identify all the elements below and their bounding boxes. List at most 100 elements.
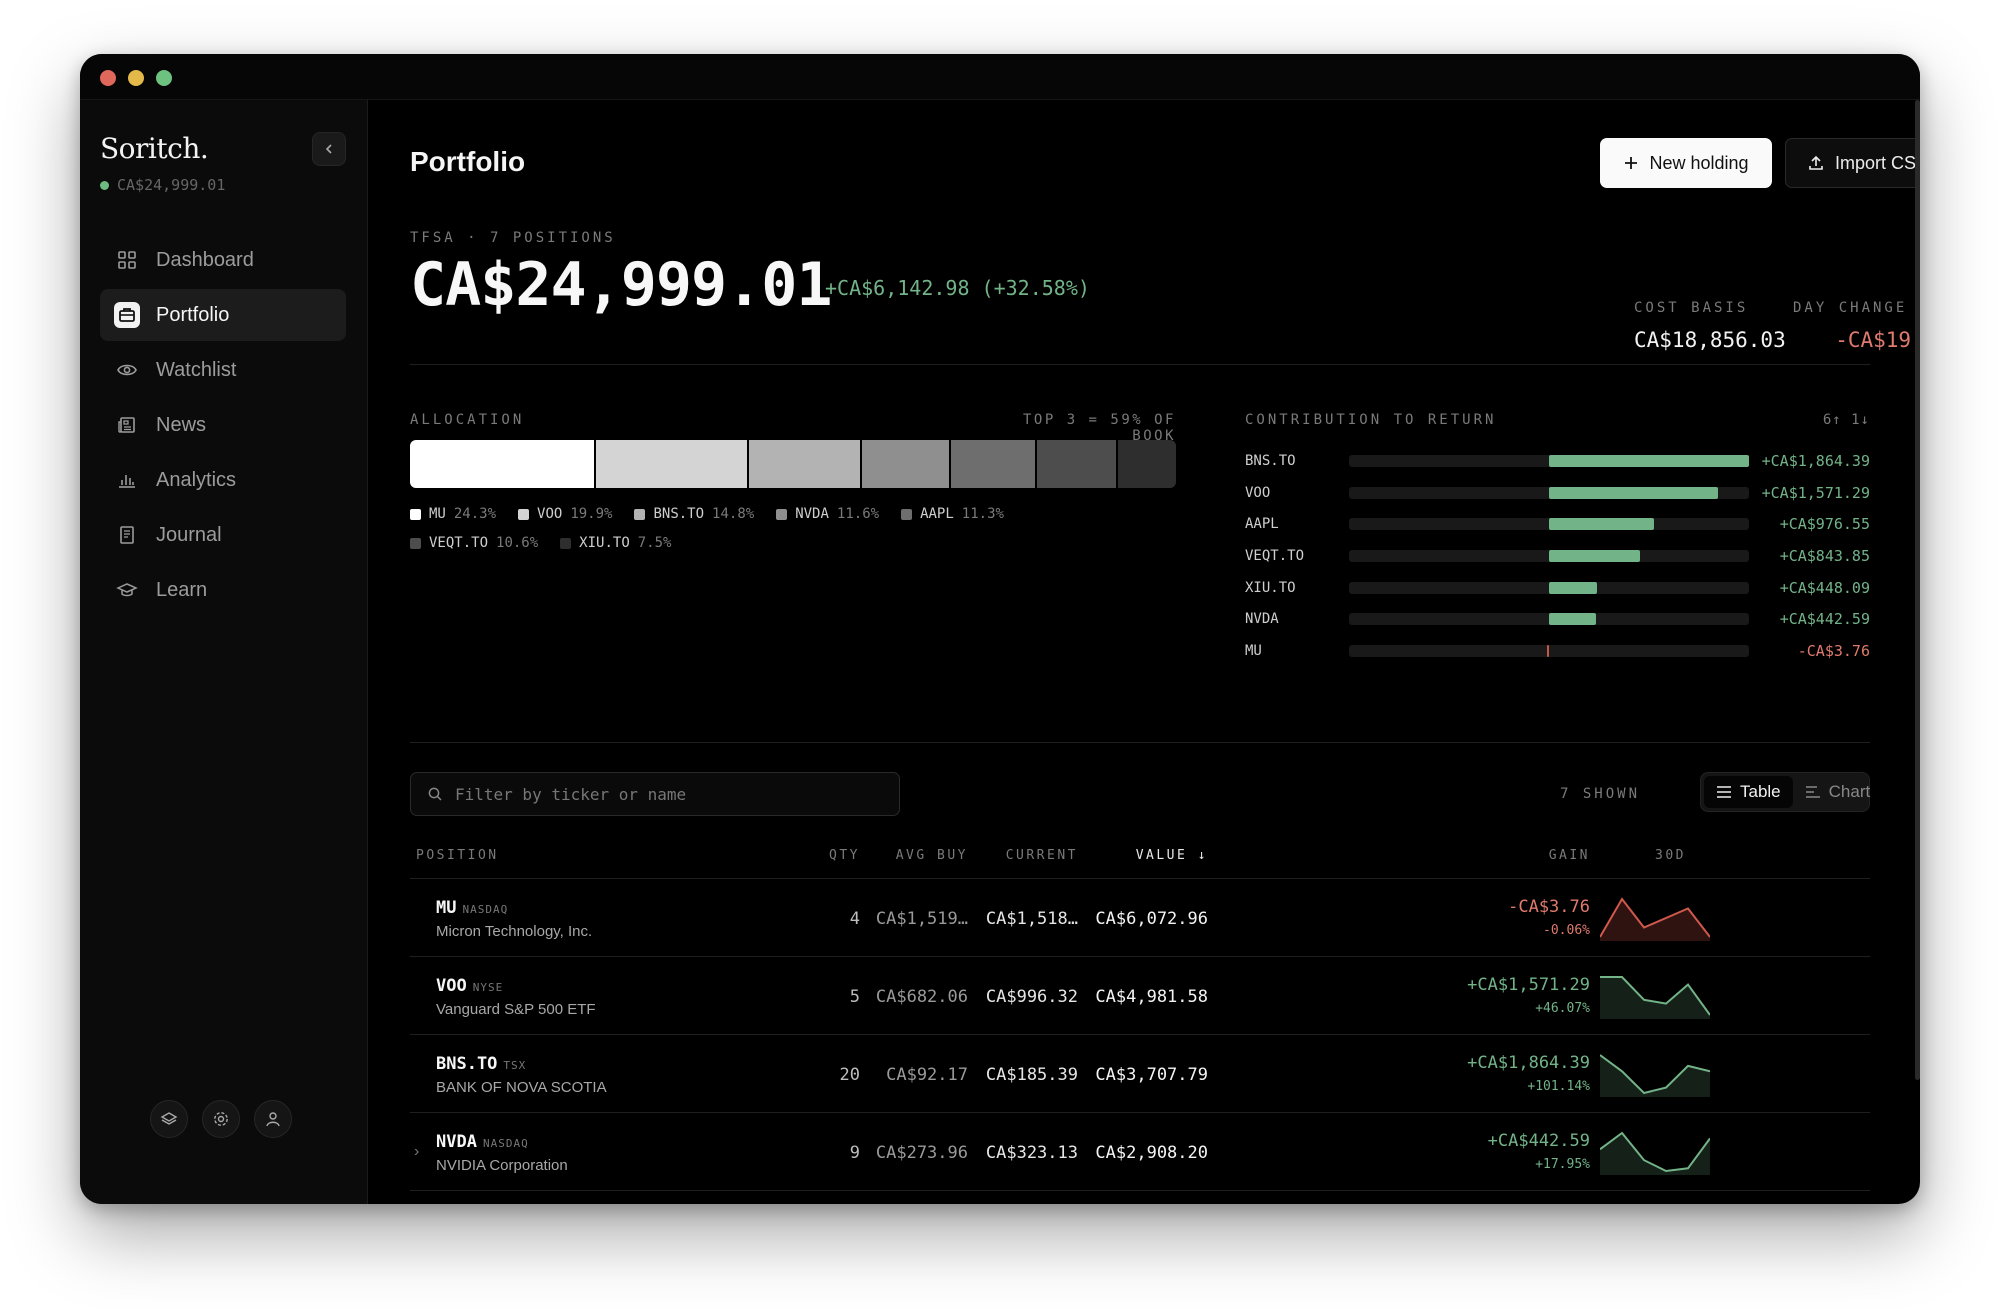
allocation-segment[interactable] — [748, 440, 862, 488]
sidebar-item-dashboard[interactable]: Dashboard — [100, 234, 346, 286]
gain-cell: +CA$442.59 — [1487, 1131, 1590, 1151]
table-row[interactable]: AAPLNASDAQApple Inc.6CA$306.86CA$469.61C… — [410, 1190, 1870, 1204]
day-change-stat: DAY CHANGE -CA$19.49 — [1793, 300, 1920, 352]
contribution-track — [1349, 486, 1749, 499]
legend-percent: 7.5% — [637, 535, 672, 551]
allocation-segment[interactable] — [1037, 440, 1119, 488]
settings-button[interactable] — [202, 1100, 240, 1138]
gain-cell: +CA$1,571.29 — [1467, 975, 1590, 995]
contribution-value: +CA$448.09 — [1779, 578, 1870, 597]
view-table-button[interactable]: Table — [1704, 776, 1793, 808]
sidebar-item-watchlist[interactable]: Watchlist — [100, 344, 346, 396]
contribution-row: NVDA +CA$442.59 — [1245, 603, 1870, 635]
contribution-row: AAPL +CA$976.55 — [1245, 508, 1870, 540]
sidebar-item-label: Portfolio — [156, 303, 230, 326]
legend-swatch — [560, 537, 572, 549]
total-value: CA$24,999.01 — [410, 250, 832, 320]
contribution-value: +CA$442.59 — [1779, 610, 1870, 629]
sidebar-footer — [150, 1100, 292, 1138]
legend-percent: 19.9% — [570, 506, 613, 522]
sparkline-area — [1600, 1133, 1710, 1175]
position-name: NVIDIA Corporation — [436, 1157, 568, 1174]
position-name: Micron Technology, Inc. — [436, 923, 593, 940]
sidebar-item-analytics[interactable]: Analytics — [100, 454, 346, 506]
gain-percent-cell: +101.14% — [1527, 1079, 1590, 1094]
allocation-segment[interactable] — [1118, 440, 1176, 488]
upload-icon — [1809, 155, 1823, 170]
close-window-button[interactable] — [100, 70, 116, 86]
avg-buy-cell: CA$92.17 — [886, 1065, 968, 1085]
col-qty[interactable]: QTY — [829, 848, 860, 863]
avg-buy-cell: CA$273.96 — [875, 1143, 968, 1163]
contribution-track — [1349, 581, 1749, 594]
allocation-segment[interactable] — [950, 440, 1038, 488]
sidebar-item-news[interactable]: News — [100, 399, 346, 451]
expand-chevron-icon[interactable]: › — [414, 1143, 419, 1161]
scrollbar[interactable] — [1915, 100, 1920, 1080]
contribution-value: +CA$1,571.29 — [1761, 483, 1870, 502]
table-row[interactable]: BNS.TO TSX BANK OF NOVA SCOTIA 20 CA$92.17 CA… — [410, 1034, 1870, 1112]
search-icon — [428, 787, 442, 801]
filter-input[interactable] — [455, 784, 895, 804]
legend-percent: 24.3% — [453, 506, 497, 522]
contribution-track — [1349, 644, 1749, 657]
col-position[interactable]: POSITION — [416, 848, 499, 863]
collapse-sidebar-button[interactable] — [312, 132, 346, 166]
table-header: POSITION QTY AVG BUY CURRENT VALUE ↓ GAI… — [410, 848, 1870, 878]
ticker-text: NVDA — [436, 1132, 477, 1152]
view-chart-button[interactable]: Chart — [1793, 776, 1883, 808]
current-cell: CA$323.13 — [985, 1143, 1078, 1163]
sidebar-item-portfolio[interactable]: Portfolio — [100, 289, 346, 341]
profile-button[interactable] — [254, 1100, 292, 1138]
title-bar — [80, 54, 1920, 100]
position-name: Vanguard S&P 500 ETF — [436, 1001, 596, 1018]
legend-ticker: NVDA — [795, 506, 829, 522]
minimize-window-button[interactable] — [128, 70, 144, 86]
sparkline-30d — [1600, 1131, 1710, 1175]
col-value-sorted[interactable]: VALUE ↓ — [1136, 848, 1208, 863]
position-ticker: BNS.TO TSX — [436, 1054, 526, 1074]
contribution-ticker: VEQT.TO — [1245, 547, 1305, 564]
contribution-ticker: VOO — [1245, 484, 1271, 501]
legend-percent: 14.8% — [712, 506, 755, 522]
position-ticker: NVDA NASDAQ — [436, 1132, 529, 1152]
contribution-row: VEQT.TO +CA$843.85 — [1245, 540, 1870, 572]
contribution-row: XIU.TO +CA$448.09 — [1245, 572, 1870, 604]
contribution-ticker: XIU.TO — [1245, 579, 1296, 596]
exchange-badge: NASDAQ — [462, 903, 509, 916]
main-content: Portfolio New holding Import CSV TFSA · … — [410, 100, 1920, 1204]
layers-button[interactable] — [150, 1100, 188, 1138]
legend-ticker: AAPL — [920, 506, 954, 522]
allocation-segment[interactable] — [596, 440, 749, 488]
col-gain[interactable]: GAIN — [1549, 848, 1590, 863]
contribution-track — [1349, 518, 1749, 531]
legend-swatch — [776, 508, 788, 520]
legend-item: MU 24.3% — [410, 506, 496, 522]
col-avg-buy[interactable]: AVG BUY — [896, 848, 968, 863]
legend-ticker: VEQT.TO — [429, 535, 489, 551]
contribution-counts: 6↑ 1↓ — [1822, 412, 1870, 428]
page-title: Portfolio — [410, 146, 526, 177]
allocation-bar — [410, 440, 1176, 488]
import-csv-label: Import CSV — [1834, 152, 1920, 173]
allocation-segment[interactable] — [861, 440, 951, 488]
chart-lines-icon — [1805, 786, 1820, 798]
day-change-label: DAY CHANGE — [1793, 300, 1908, 316]
view-table-label: Table — [1740, 782, 1781, 801]
col-current[interactable]: CURRENT — [1006, 848, 1078, 863]
sidebar-item-journal[interactable]: Journal — [100, 509, 346, 561]
new-holding-button[interactable]: New holding — [1600, 138, 1772, 188]
table-row[interactable]: MU NASDAQ Micron Technology, Inc. 4 CA$1,519… — [410, 878, 1870, 956]
table-row[interactable]: VOO NYSE Vanguard S&P 500 ETF 5 CA$682.06 CA$… — [410, 956, 1870, 1034]
qty-cell: 20 — [839, 1065, 860, 1085]
table-row[interactable]: › NVDA NASDAQ NVIDIA Corporation 9 CA$273.96 C… — [410, 1112, 1870, 1190]
contribution-ticker: AAPL — [1245, 516, 1279, 533]
sidebar-item-learn[interactable]: Learn — [100, 564, 346, 616]
allocation-segment[interactable] — [410, 440, 597, 488]
filter-input-wrapper[interactable] — [410, 772, 900, 816]
chevron-left-icon — [325, 144, 332, 154]
qty-cell: 5 — [849, 987, 860, 1007]
zoom-window-button[interactable] — [156, 70, 172, 86]
import-csv-button[interactable]: Import CSV — [1785, 138, 1920, 188]
contribution-bar — [1549, 454, 1749, 467]
